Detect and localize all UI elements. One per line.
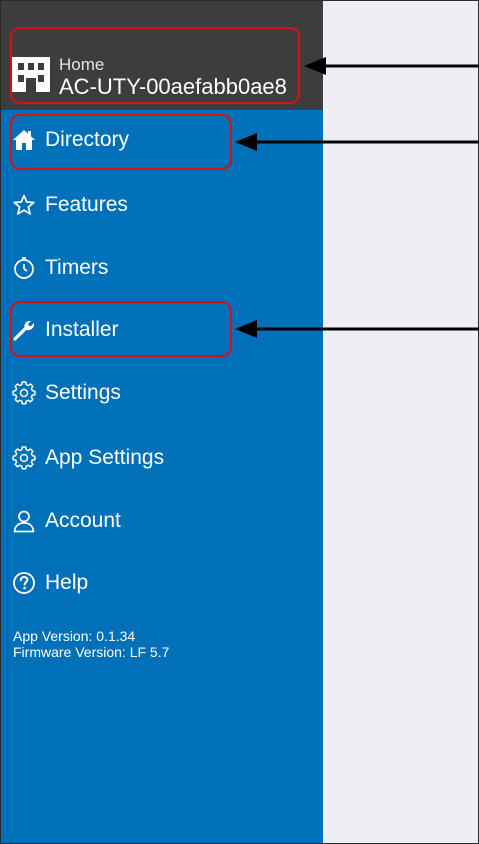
menu-item-label: Features xyxy=(45,193,128,216)
menu-item-app-settings[interactable]: App Settings xyxy=(1,435,323,481)
app-screen: Home AC-UTY-00aefabb0ae8 Directory Featu… xyxy=(0,0,479,844)
user-icon xyxy=(13,510,35,533)
menu-item-timers[interactable]: Timers xyxy=(1,245,323,291)
menu-item-account[interactable]: Account xyxy=(1,498,323,544)
menu-item-label: Timers xyxy=(45,256,109,279)
menu-item-features[interactable]: Features xyxy=(1,182,323,228)
home-icon xyxy=(13,130,35,150)
menu-item-label: Directory xyxy=(45,128,130,151)
firmware-version: Firmware Version: LF 5.7 xyxy=(13,644,170,660)
menu-item-label: Installer xyxy=(45,318,119,341)
menu-item-installer[interactable]: Installer xyxy=(1,307,323,353)
wrench-icon xyxy=(13,320,35,341)
menu-item-label: App Settings xyxy=(45,446,165,469)
navigation-drawer: Home AC-UTY-00aefabb0ae8 Directory Featu… xyxy=(1,1,323,843)
timer-icon xyxy=(14,257,34,279)
drawer-header[interactable]: Home AC-UTY-00aefabb0ae8 xyxy=(1,1,323,110)
app-version: App Version: 0.1.34 xyxy=(13,628,136,644)
help-icon xyxy=(13,572,35,594)
menu-item-label: Help xyxy=(45,571,89,594)
building-icon xyxy=(12,57,50,92)
menu-item-label: Account xyxy=(45,509,121,532)
star-icon xyxy=(13,194,35,215)
menu-item-directory[interactable]: Directory xyxy=(1,117,323,163)
header-subtitle: Home xyxy=(59,55,105,74)
device-name: AC-UTY-00aefabb0ae8 xyxy=(59,74,287,99)
menu-item-label: Settings xyxy=(45,381,121,404)
menu-item-help[interactable]: Help xyxy=(1,560,323,606)
gear-icon xyxy=(12,381,36,405)
menu-item-settings[interactable]: Settings xyxy=(1,370,323,416)
gear-icon xyxy=(12,446,36,470)
